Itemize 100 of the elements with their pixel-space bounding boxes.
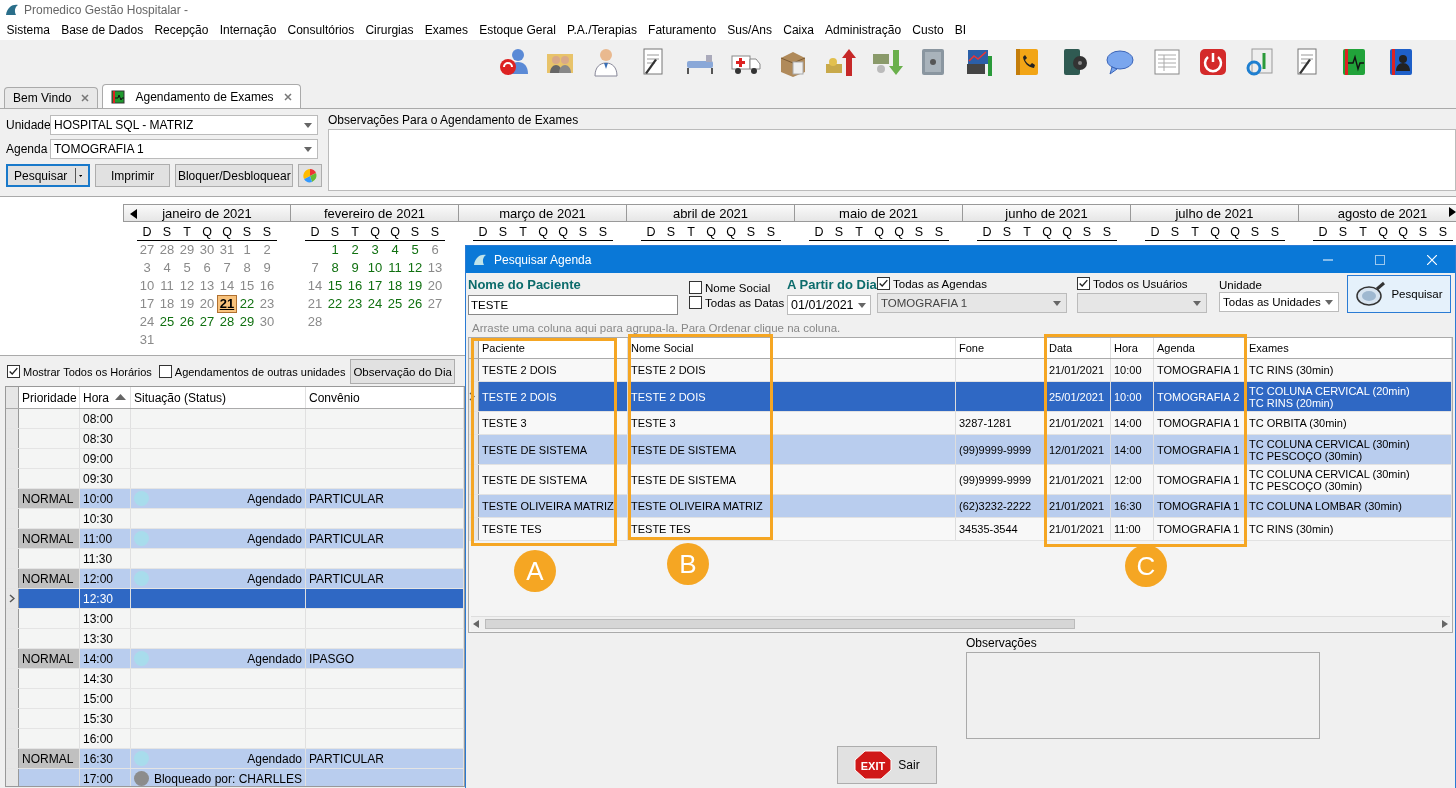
calendar-day[interactable]: 27 xyxy=(197,313,217,331)
calendar-day[interactable]: 26 xyxy=(177,313,197,331)
calendar-day[interactable]: 1 xyxy=(325,241,345,259)
calendar-day[interactable]: 3 xyxy=(365,241,385,259)
calendar-day[interactable]: 6 xyxy=(197,259,217,277)
patient-name-field[interactable]: TESTE xyxy=(468,295,678,315)
table-row[interactable]: NORMAL 12:00 Agendado PARTICULAR xyxy=(6,569,464,589)
table-row[interactable]: 17:00 Bloqueado por: CHARLLES xyxy=(6,769,464,786)
row-selector[interactable] xyxy=(469,412,479,434)
table-row[interactable]: 15:00 xyxy=(6,689,464,709)
checkbox[interactable] xyxy=(689,296,702,309)
scroll-left-icon[interactable] xyxy=(473,620,479,628)
menu-item[interactable]: Internação xyxy=(214,23,282,37)
tab[interactable]: Agendamento de Exames xyxy=(102,84,301,108)
table-row[interactable]: TESTE 2 DOIS TESTE 2 DOIS 25/01/2021 10:00 TOMOGRAFIA 2 TC COLUNA CERVICAL (20min) TC RINS (20min) xyxy=(469,382,1452,412)
calendar-day[interactable]: 22 xyxy=(325,295,345,313)
calendar-day[interactable]: 31 xyxy=(217,241,237,259)
calendar-day[interactable]: 4 xyxy=(385,241,405,259)
calendar-day[interactable]: 23 xyxy=(257,295,277,313)
checkbox[interactable] xyxy=(689,281,702,294)
notes-field[interactable] xyxy=(966,652,1320,739)
calendar-day[interactable]: 11 xyxy=(385,259,405,277)
scroll-thumb[interactable] xyxy=(485,619,1075,629)
row-selector[interactable] xyxy=(469,518,479,540)
column-header[interactable]: Fone xyxy=(959,342,985,354)
calendar-day[interactable]: 13 xyxy=(425,259,445,277)
table-row[interactable]: NORMAL 14:00 Agendado IPASGO xyxy=(6,649,464,669)
menu-item[interactable]: Recepção xyxy=(148,23,215,37)
calendar-day[interactable]: 6 xyxy=(425,241,445,259)
menu-item[interactable]: Caixa xyxy=(777,23,820,37)
column-header[interactable]: Agenda xyxy=(1157,342,1195,354)
calendar-day[interactable]: 30 xyxy=(197,241,217,259)
table-row[interactable]: NORMAL 16:30 Agendado PARTICULAR xyxy=(6,749,464,769)
table-row[interactable]: TESTE OLIVEIRA MATRIZ TESTE OLIVEIRA MATRIZ (62)3232-2222 21/01/2021 16:30 TOMOGRAFIA 1 TC COLUNA LOMBAR (30min) xyxy=(469,495,1452,518)
calendar-day[interactable]: 20 xyxy=(197,295,217,313)
calendar-day[interactable]: 30 xyxy=(257,313,277,331)
calendar-day[interactable]: 4 xyxy=(157,259,177,277)
column-header[interactable]: Situação (Status) xyxy=(131,387,306,408)
calendar-day[interactable]: 26 xyxy=(405,295,425,313)
print-button[interactable]: Imprimir xyxy=(95,164,171,187)
menu-item[interactable]: Cirurgias xyxy=(359,23,420,37)
calendar-day[interactable]: 1 xyxy=(237,241,257,259)
row-selector[interactable] xyxy=(469,495,479,517)
calendar-day[interactable]: 13 xyxy=(197,277,217,295)
menu-item[interactable]: Sus/Ans xyxy=(721,23,778,37)
checkbox[interactable] xyxy=(158,365,172,378)
calendar-day[interactable]: 14 xyxy=(305,277,325,295)
calendar-day[interactable]: 19 xyxy=(405,277,425,295)
checkbox[interactable] xyxy=(877,277,890,290)
menu-item[interactable]: Sistema xyxy=(1,23,56,37)
column-header[interactable]: Paciente xyxy=(482,342,525,354)
menu-item[interactable]: BI xyxy=(949,23,972,37)
calendar-day[interactable]: 24 xyxy=(137,313,157,331)
menu-item[interactable]: Consultórios xyxy=(281,23,360,37)
column-header[interactable]: Exames xyxy=(1249,342,1289,354)
menu-item[interactable]: Base de Dados xyxy=(55,23,149,37)
calendar-day[interactable]: 18 xyxy=(385,277,405,295)
calendar-day[interactable]: 5 xyxy=(405,241,425,259)
row-selector[interactable] xyxy=(469,382,479,411)
table-row[interactable]: 09:00 xyxy=(6,449,464,469)
calendar-day[interactable]: 9 xyxy=(345,259,365,277)
row-selector[interactable] xyxy=(469,435,479,464)
dropdown[interactable]: 01/01/2021 xyxy=(787,295,871,315)
color-wheel-button[interactable] xyxy=(298,164,322,187)
column-header[interactable]: Hora xyxy=(1114,342,1138,354)
calendar-day[interactable]: 16 xyxy=(345,277,365,295)
table-row[interactable]: TESTE TES TESTE TES 34535-3544 21/01/2021 11:00 TOMOGRAFIA 1 TC RINS (30min) xyxy=(469,518,1452,541)
column-header[interactable]: Hora xyxy=(80,387,131,408)
checkbox[interactable] xyxy=(1077,277,1090,290)
table-row[interactable]: 14:30 xyxy=(6,669,464,689)
calendar-day[interactable]: 23 xyxy=(345,295,365,313)
calendar-day[interactable]: 10 xyxy=(137,277,157,295)
table-row[interactable]: NORMAL 11:00 Agendado PARTICULAR xyxy=(6,529,464,549)
calendar-day[interactable]: 17 xyxy=(365,277,385,295)
column-header[interactable]: Convênio xyxy=(306,387,464,408)
column-header[interactable]: Data xyxy=(1049,342,1073,354)
column-header[interactable]: Nome Social xyxy=(631,342,694,354)
calendar-day[interactable]: 28 xyxy=(157,241,177,259)
calendar-day[interactable]: 25 xyxy=(157,313,177,331)
dropdown[interactable]: TOMOGRAFIA 1 xyxy=(50,139,318,159)
calendar-day[interactable]: 3 xyxy=(137,259,157,277)
exit-button[interactable]: EXIT Sair xyxy=(837,746,937,784)
previous-arrow-icon[interactable] xyxy=(130,209,137,219)
table-row[interactable]: 15:30 xyxy=(6,709,464,729)
calendar-day[interactable]: 31 xyxy=(137,331,157,349)
notes-field[interactable] xyxy=(328,129,1456,191)
menu-item[interactable]: Faturamento xyxy=(642,23,722,37)
row-selector[interactable] xyxy=(469,465,479,494)
dropdown[interactable]: Todas as Unidades xyxy=(1219,292,1339,312)
column-header[interactable]: Prioridade xyxy=(19,387,80,408)
tab[interactable]: Bem Vindo xyxy=(4,87,99,108)
table-row[interactable]: 08:30 xyxy=(6,429,464,449)
calendar-day[interactable]: 29 xyxy=(177,241,197,259)
calendar-day[interactable]: 11 xyxy=(157,277,177,295)
menu-item[interactable]: Estoque Geral xyxy=(473,23,562,37)
calendar-day[interactable]: 21 xyxy=(217,295,237,313)
calendar-day[interactable]: 8 xyxy=(237,259,257,277)
next-arrow-icon[interactable] xyxy=(1449,207,1456,217)
calendar-day[interactable]: 18 xyxy=(157,295,177,313)
calendar-day[interactable]: 14 xyxy=(217,277,237,295)
